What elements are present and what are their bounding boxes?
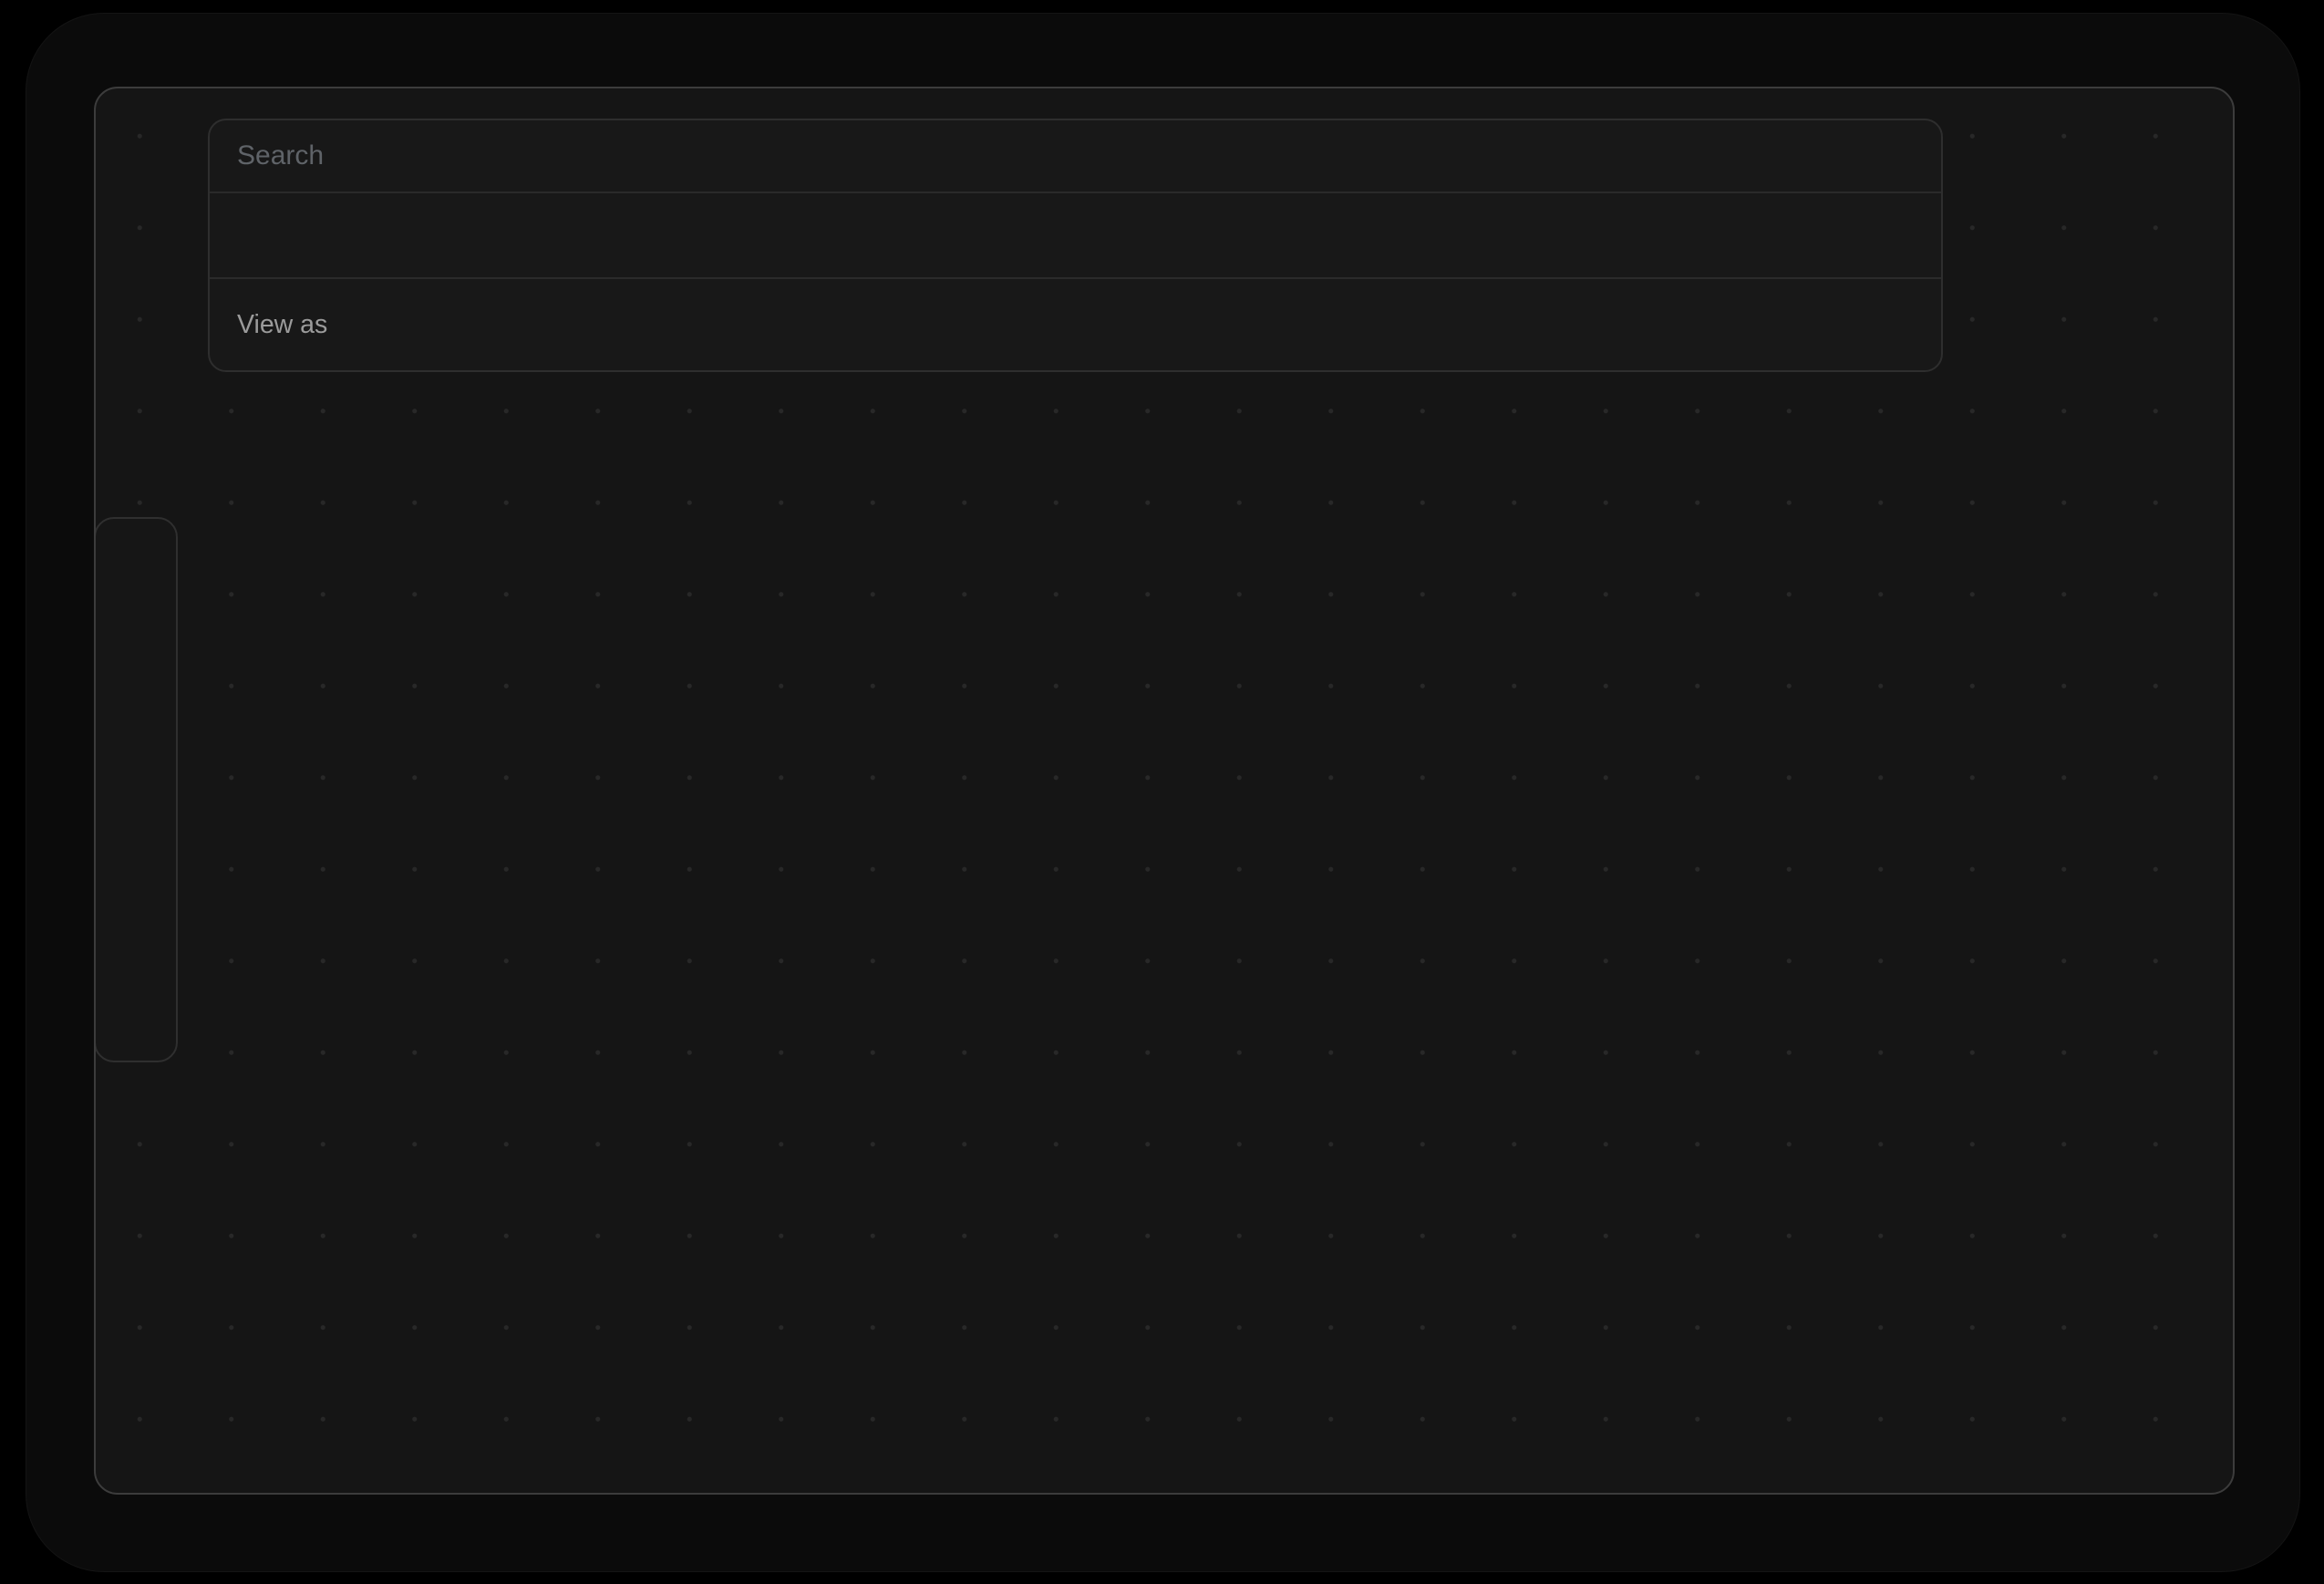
view-as-row: View as [210,279,1941,370]
app-window: View as [94,87,2235,1495]
search-row [210,120,1941,193]
search-panel: View as [208,119,1943,372]
sidebar [94,517,178,1062]
filter-row [210,193,1941,279]
view-as-label: View as [237,310,327,340]
search-input[interactable] [210,140,1941,171]
